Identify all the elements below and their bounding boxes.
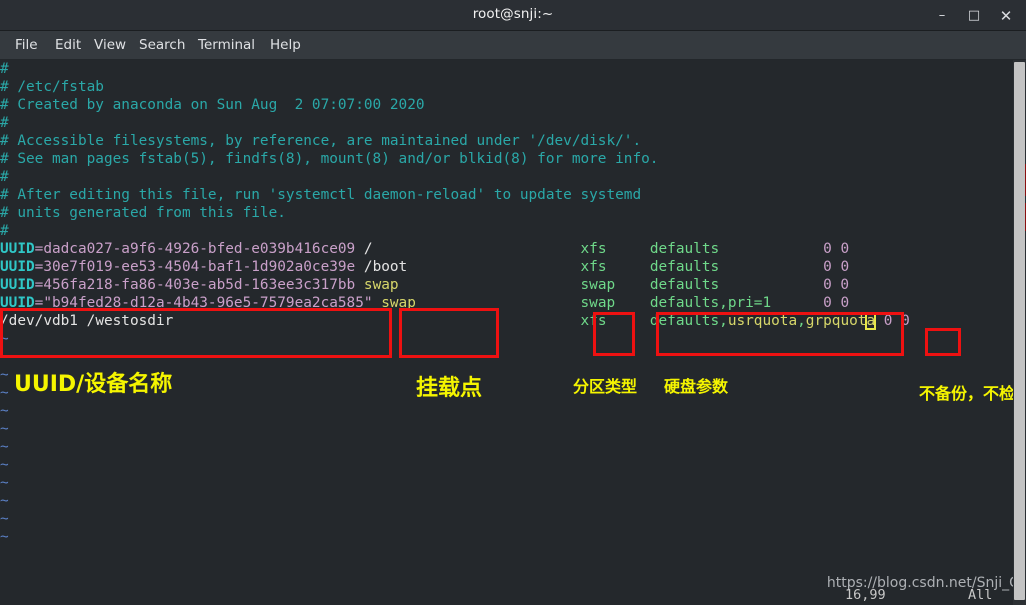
annotation-label-1: 挂载点 bbox=[416, 376, 483, 401]
menu-item-view[interactable]: View bbox=[89, 36, 131, 54]
maximize-icon[interactable]: □ bbox=[964, 6, 984, 26]
dumppass-column-box bbox=[925, 328, 961, 356]
fstab-buffer: # # /etc/fstab # Created by anaconda on Su… bbox=[0, 61, 910, 545]
menu-item-file[interactable]: File bbox=[10, 36, 43, 54]
menu-item-search[interactable]: Search bbox=[134, 36, 190, 54]
watermark-text: https://blog.csdn.net/Snji_G bbox=[826, 575, 1020, 591]
terminal-window: root@snji:~ – □ ✕ File Edit View Search … bbox=[0, 0, 1026, 605]
window-titlebar[interactable]: root@snji:~ – □ ✕ bbox=[0, 0, 1026, 31]
menu-item-edit[interactable]: Edit bbox=[50, 36, 86, 54]
annotation-label-4: 不备份，不检测 bbox=[919, 384, 1026, 403]
window-title: root@snji:~ bbox=[472, 6, 554, 22]
close-icon[interactable]: ✕ bbox=[996, 6, 1016, 26]
menu-item-terminal[interactable]: Terminal bbox=[193, 36, 260, 54]
scrollbar-thumb[interactable] bbox=[1014, 62, 1025, 600]
minimize-icon[interactable]: – bbox=[932, 6, 952, 26]
menu-item-help[interactable]: Help bbox=[265, 36, 306, 54]
menu-bar: File Edit View Search Terminal Help bbox=[0, 31, 1026, 60]
annotation-label-3: 硬盘参数 bbox=[664, 377, 729, 396]
annotation-label-2: 分区类型 bbox=[573, 377, 638, 396]
terminal-screen[interactable]: # # /etc/fstab # Created by anaconda on Su… bbox=[0, 60, 1026, 605]
annotation-label-0: UUID/设备名称 bbox=[14, 372, 173, 397]
